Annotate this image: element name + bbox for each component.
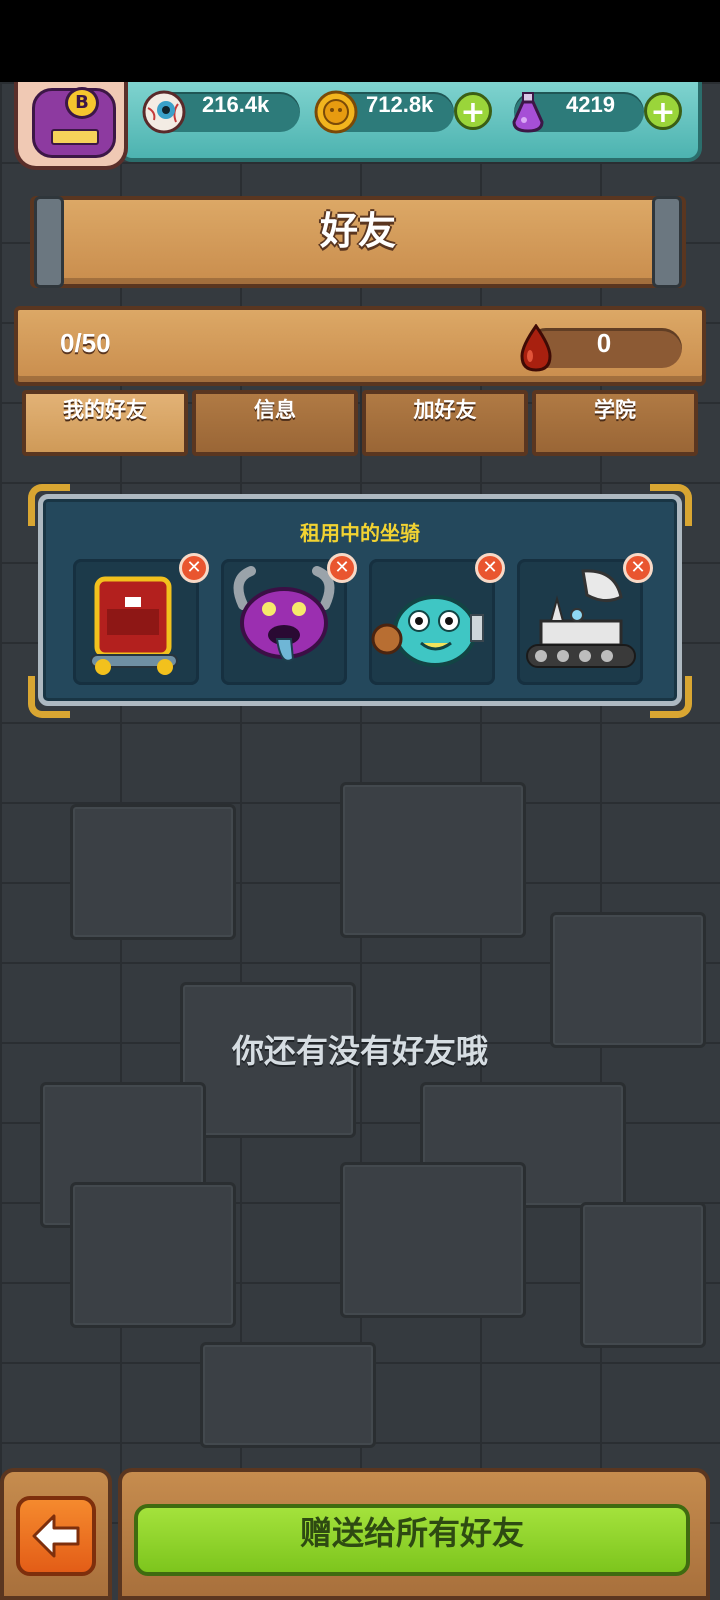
eyeball-count: 216.4k [202, 92, 270, 117]
potion-icon [512, 92, 544, 133]
rented-mounts-panel: 租用中的坐骑 ✕ ✕ ✕ ✕ [38, 494, 682, 706]
title-board: 好友 [30, 196, 686, 288]
panel-corner-tl [28, 484, 70, 526]
throne-mount-icon [90, 576, 178, 675]
tab-academy[interactable]: 学院 [532, 390, 698, 456]
bottom-bar: 赠送给所有好友 [0, 1468, 720, 1600]
gift-all-friends-button[interactable]: 赠送给所有好友 [134, 1504, 690, 1576]
tank-mount-icon [526, 569, 636, 668]
page-title: 好友 [319, 209, 396, 253]
remove-mount-button-1[interactable]: ✕ [179, 553, 209, 583]
metal-bracket-right [652, 196, 682, 288]
teal-blob-mount-icon [371, 595, 484, 667]
status-bar-area [0, 0, 720, 82]
friend-count: 0/50 [60, 328, 111, 358]
eyeball-icon [142, 90, 186, 134]
tab-add-friend[interactable]: 加好友 [362, 390, 528, 456]
panel-corner-bl [28, 676, 70, 718]
panel-corner-tr [650, 484, 692, 526]
add-potions-button[interactable]: + [644, 92, 682, 130]
panel-corner-br [650, 676, 692, 718]
blood-drop-icon [520, 324, 552, 372]
add-coins-button[interactable]: + [454, 92, 492, 130]
rented-mounts-title: 租用中的坐骑 [300, 521, 420, 545]
mount-slot-2[interactable]: ✕ [221, 553, 357, 685]
mount-slot-1[interactable]: ✕ [73, 553, 209, 685]
friend-info-board: 0/50 0 [14, 306, 706, 386]
tab-bar: 我的好友 信息 加好友 学院 [22, 390, 698, 456]
remove-mount-button-2[interactable]: ✕ [327, 553, 357, 583]
mount-slot-3[interactable]: ✕ [369, 553, 505, 685]
back-arrow-icon [32, 1514, 80, 1558]
rank-badge: B [65, 87, 99, 119]
empty-friends-message: 你还有没有好友哦 [231, 1032, 488, 1070]
coin-icon [314, 90, 358, 134]
coin-count: 712.8k [366, 92, 434, 117]
player-avatar[interactable]: B [14, 82, 128, 170]
metal-bracket-left [34, 196, 64, 288]
mount-slot-4[interactable]: ✕ [517, 553, 653, 685]
back-button[interactable] [16, 1496, 96, 1576]
remove-mount-button-3[interactable]: ✕ [475, 553, 505, 583]
purple-demon-mount-icon [233, 566, 335, 662]
tab-my-friends[interactable]: 我的好友 [22, 390, 188, 456]
avatar-teeth [51, 129, 99, 145]
potion-count: 4219 [566, 92, 615, 117]
remove-mount-button-4[interactable]: ✕ [623, 553, 653, 583]
monster-avatar-icon: B [32, 87, 116, 158]
tab-messages[interactable]: 信息 [192, 390, 358, 456]
